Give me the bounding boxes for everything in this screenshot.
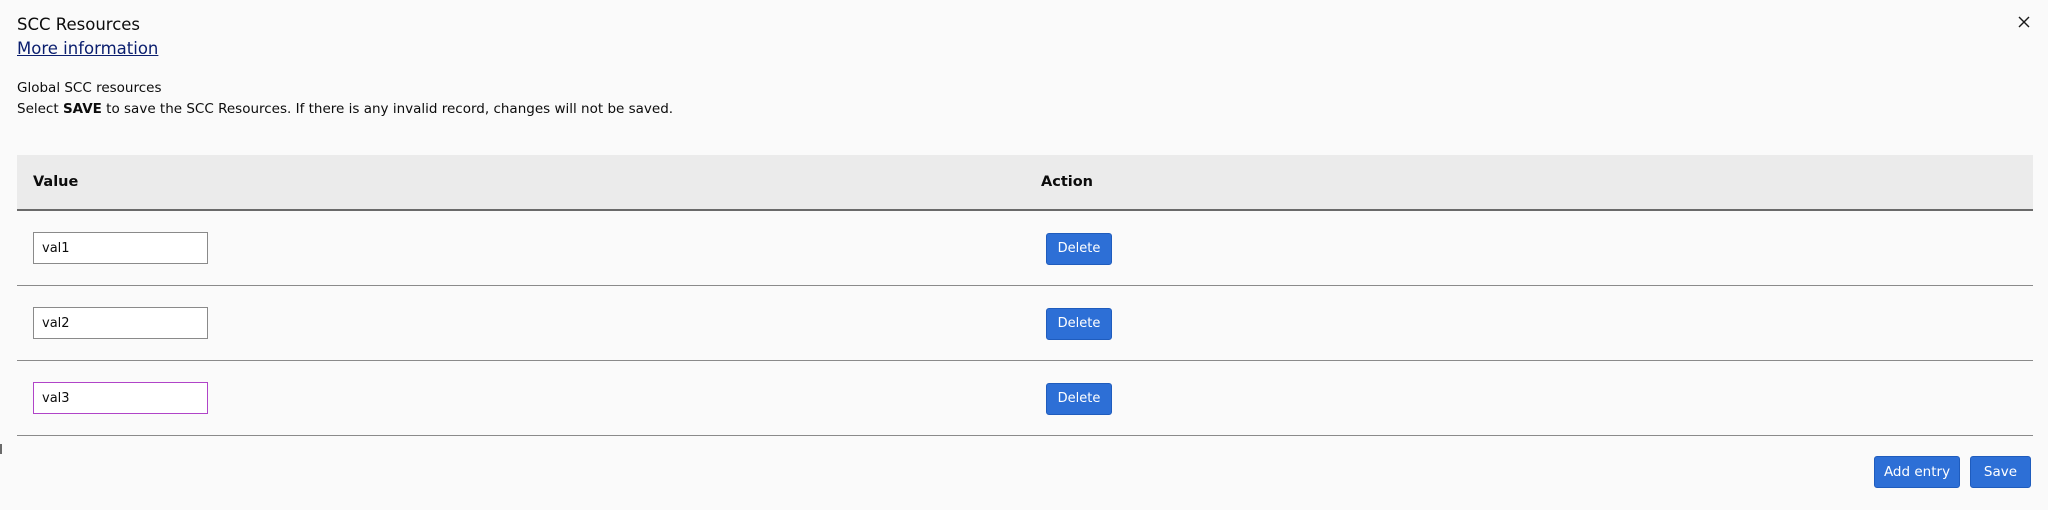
- column-header-action: Action: [1041, 174, 1094, 190]
- add-entry-button[interactable]: Add entry: [1874, 456, 1960, 488]
- value-input[interactable]: [33, 382, 208, 414]
- delete-button[interactable]: Delete: [1046, 233, 1112, 265]
- description-save-keyword: SAVE: [62, 101, 102, 117]
- table-row: Delete: [17, 211, 2033, 286]
- close-button[interactable]: [2012, 10, 2036, 34]
- dialog-title: SCC Resources: [17, 15, 141, 34]
- more-information-link[interactable]: More information: [17, 37, 158, 61]
- description-suffix: to save the SCC Resources. If there is a…: [101, 101, 674, 117]
- description-prefix: Select: [17, 101, 63, 117]
- value-input[interactable]: [33, 232, 208, 264]
- delete-button[interactable]: Delete: [1046, 383, 1112, 415]
- close-icon: [2018, 16, 2030, 28]
- value-input[interactable]: [33, 307, 208, 339]
- table-header: Value Action: [17, 155, 2033, 211]
- delete-button[interactable]: Delete: [1046, 308, 1112, 340]
- scc-resources-dialog: SCC Resources More information Global SC…: [0, 0, 2048, 510]
- description-line-2: Select SAVE to save the SCC Resources. I…: [17, 99, 673, 119]
- column-header-value: Value: [33, 174, 79, 190]
- edge-divider: [0, 444, 2, 454]
- table-row: Delete: [17, 286, 2033, 361]
- description-line-1: Global SCC resources: [17, 80, 162, 96]
- save-button[interactable]: Save: [1970, 456, 2031, 488]
- table-row: Delete: [17, 361, 2033, 436]
- resources-table: Value Action Delete Delete Delete: [17, 155, 2033, 436]
